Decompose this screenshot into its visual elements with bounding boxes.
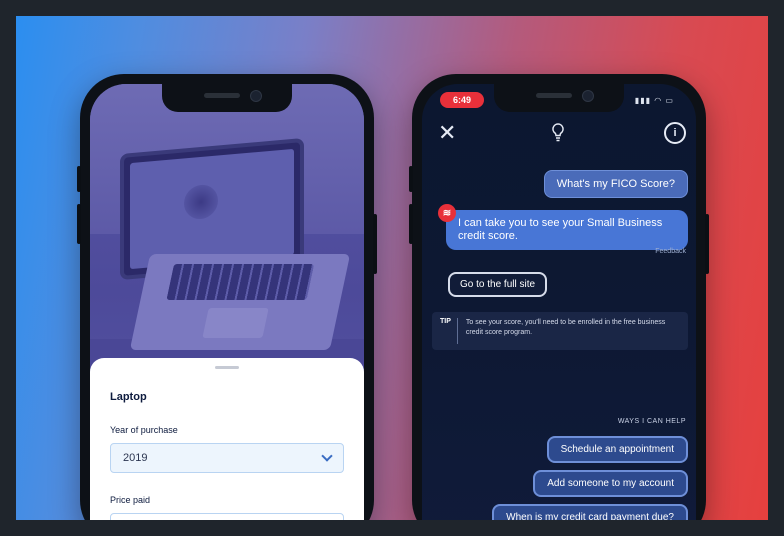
chevron-down-icon bbox=[321, 450, 333, 462]
background-canvas: Laptop Year of purchase 2019 Price paid … bbox=[16, 16, 768, 520]
status-time: 6:49 bbox=[440, 92, 484, 108]
status-icons: ▮▮▮ ◠ ▭ bbox=[634, 96, 674, 105]
power-button bbox=[373, 214, 377, 274]
feedback-link[interactable]: Feedback bbox=[655, 248, 686, 255]
power-button bbox=[705, 214, 709, 274]
speaker bbox=[204, 93, 240, 98]
phone-notch bbox=[162, 84, 292, 112]
phone-left-screen: Laptop Year of purchase 2019 Price paid bbox=[90, 84, 364, 520]
chat-screen: 6:49 ▮▮▮ ◠ ▭ ✕ i What's my FICO Score? ≋… bbox=[422, 84, 696, 520]
item-details-sheet: Laptop Year of purchase 2019 Price paid bbox=[90, 358, 364, 520]
suggestion-chip[interactable]: Add someone to my account bbox=[533, 470, 688, 497]
tip-tag: TIP bbox=[440, 318, 458, 344]
sheet-title: Laptop bbox=[110, 391, 147, 403]
ways-heading: WAYS I CAN HELP bbox=[617, 418, 686, 425]
phone-notch bbox=[494, 84, 624, 112]
laptop-keyboard bbox=[166, 264, 315, 300]
lightbulb-icon[interactable] bbox=[550, 122, 566, 144]
front-camera bbox=[250, 90, 262, 102]
suggestion-chip[interactable]: Schedule an appointment bbox=[546, 436, 688, 463]
full-site-button[interactable]: Go to the full site bbox=[448, 272, 548, 297]
year-select-value: 2019 bbox=[123, 452, 148, 464]
user-message-bubble: What's my FICO Score? bbox=[543, 170, 688, 198]
price-input[interactable] bbox=[110, 513, 344, 520]
volume-button bbox=[409, 204, 413, 244]
info-icon[interactable]: i bbox=[664, 122, 686, 144]
laptop-photo-base bbox=[129, 254, 351, 350]
volume-button bbox=[77, 166, 81, 192]
bank-logo-icon: ≋ bbox=[438, 204, 456, 222]
volume-button bbox=[77, 204, 81, 244]
volume-button bbox=[409, 166, 413, 192]
laptop-trackpad bbox=[202, 308, 269, 338]
phone-right-screen: 6:49 ▮▮▮ ◠ ▭ ✕ i What's my FICO Score? ≋… bbox=[422, 84, 696, 520]
tip-box: TIP To see your score, you'll need to be… bbox=[432, 312, 688, 350]
suggestion-chip[interactable]: When is my credit card payment due? bbox=[492, 504, 688, 520]
close-icon[interactable]: ✕ bbox=[438, 122, 456, 144]
bot-message-bubble: I can take you to see your Small Busines… bbox=[446, 210, 688, 250]
tip-text: To see your score, you'll need to be enr… bbox=[465, 319, 666, 336]
phone-left: Laptop Year of purchase 2019 Price paid bbox=[77, 74, 377, 520]
price-label: Price paid bbox=[110, 495, 151, 505]
year-label: Year of purchase bbox=[110, 425, 178, 435]
front-camera bbox=[582, 90, 594, 102]
speaker bbox=[536, 93, 572, 98]
phone-right: 6:49 ▮▮▮ ◠ ▭ ✕ i What's my FICO Score? ≋… bbox=[409, 74, 709, 520]
sheet-drag-handle[interactable] bbox=[215, 366, 239, 369]
year-select[interactable]: 2019 bbox=[110, 443, 344, 473]
